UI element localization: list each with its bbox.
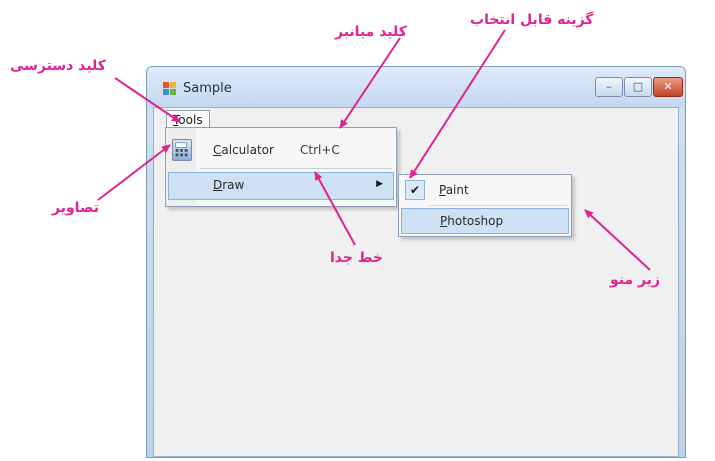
annotation-images: تصاویر [52,200,99,216]
draw-mnemonic: D [213,178,223,192]
submenu-separator [429,205,567,206]
tools-label: ools [178,113,203,127]
menu-item-draw[interactable]: Draw ▶ [168,172,394,200]
minimize-icon: – [606,80,612,93]
window-title: Sample [183,81,232,96]
paint-label-rest: aint [445,183,469,197]
maximize-button[interactable]: □ [624,77,652,97]
annotation-separator-line: خط جدا [330,250,383,266]
title-bar[interactable]: Sample – □ ✕ [147,67,685,107]
menu-item-calculator[interactable]: Calculator Ctrl+C [168,137,394,165]
draw-submenu: ✔ Paint Photoshop [398,174,572,237]
submenu-item-paint[interactable]: ✔ Paint [401,178,569,204]
calculator-shortcut: Ctrl+C [300,143,340,157]
sample-window: Sample – □ ✕ Tools [146,66,686,458]
check-icon: ✔ [405,180,425,200]
maximize-icon: □ [632,80,644,93]
annotation-access-key: کلید دسترسی [10,58,106,74]
tools-dropdown-menu: Calculator Ctrl+C Draw ▶ [165,127,397,207]
calculator-label-rest: alculator [221,143,274,157]
photoshop-label-rest: hotoshop [447,214,504,228]
app-icon [163,82,176,95]
draw-label-rest: raw [222,178,245,192]
calculator-label: Calculator [213,143,274,157]
close-icon: ✕ [663,80,673,93]
calculator-icon [172,139,192,161]
menu-separator [200,168,392,169]
photoshop-label: Photoshop [440,214,503,228]
close-button[interactable]: ✕ [653,77,683,97]
annotation-submenu: زیر منو [610,272,661,288]
paint-label: Paint [439,183,469,197]
annotation-shortcut-key: کلید میانبر [335,24,407,40]
minimize-button[interactable]: – [595,77,623,97]
paint-mnemonic: P [439,183,446,197]
submenu-arrow-icon: ▶ [376,179,383,189]
draw-label: Draw [213,178,244,192]
annotation-checkable-option: گزینه قابل انتخاب [470,12,594,28]
submenu-item-photoshop[interactable]: Photoshop [401,208,569,234]
